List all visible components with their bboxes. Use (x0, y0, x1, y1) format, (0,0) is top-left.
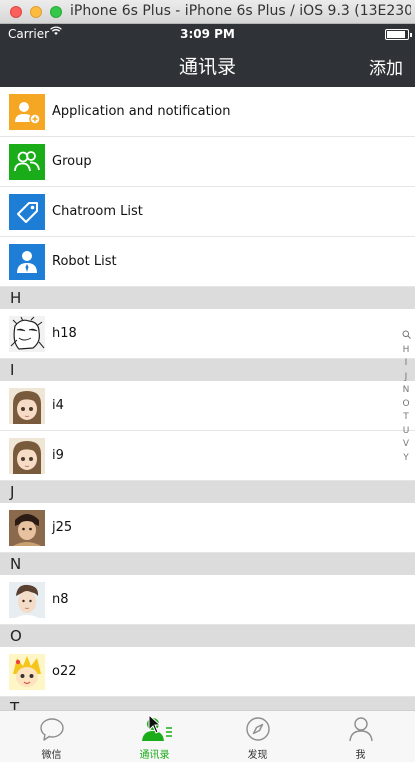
person-icon (349, 717, 373, 742)
page-title: 通讯录 (178, 56, 236, 78)
contact-row-o22[interactable]: o22 (0, 647, 415, 697)
index-letter[interactable]: T (399, 411, 413, 425)
index-letter[interactable]: I (399, 357, 413, 371)
avatar (9, 316, 45, 352)
tab-bar: 微信 通讯录 发现 我 (0, 710, 415, 762)
menu-item-group[interactable]: Group (0, 137, 415, 187)
contact-row-h18[interactable]: h18 (0, 309, 415, 359)
robot-icon (9, 244, 45, 280)
simulator-title-bar: iPhone 6s Plus - iPhone 6s Plus / iOS 9.… (0, 0, 415, 24)
window-title: iPhone 6s Plus - iPhone 6s Plus / iOS 9.… (70, 3, 411, 19)
index-letter[interactable]: J (399, 371, 413, 385)
mouse-cursor-icon (148, 714, 162, 734)
menu-item-robot-list[interactable]: Robot List (0, 237, 415, 287)
section-header-h: H (0, 287, 415, 309)
contact-name: i9 (52, 448, 64, 463)
maximize-window-button[interactable] (50, 6, 62, 18)
contact-row-i4[interactable]: i4 (0, 381, 415, 431)
minimize-window-button[interactable] (30, 6, 42, 18)
section-header-t: T (0, 697, 415, 710)
menu-item-chatroom-list[interactable]: Chatroom List (0, 187, 415, 237)
section-index-bar[interactable]: H I J N O T U V Y (399, 330, 413, 465)
group-icon (9, 144, 45, 180)
chat-bubble-icon (40, 718, 64, 741)
index-letter[interactable]: U (399, 425, 413, 439)
menu-item-label: Application and notification (52, 104, 231, 119)
contacts-list[interactable]: Application and notification Group Chatr… (0, 87, 415, 710)
menu-item-label: Group (52, 154, 92, 169)
add-button[interactable]: 添加 (369, 54, 403, 79)
section-header-j: J (0, 481, 415, 503)
avatar (9, 438, 45, 474)
tab-discover[interactable]: 发现 (206, 711, 309, 762)
tab-chats[interactable]: 微信 (0, 711, 103, 762)
index-letter[interactable]: O (399, 398, 413, 412)
contact-name: n8 (52, 592, 69, 607)
index-letter[interactable]: Y (399, 452, 413, 466)
contact-name: j25 (52, 520, 73, 535)
tab-label: 发现 (247, 750, 268, 761)
compass-icon (246, 717, 270, 741)
menu-item-label: Robot List (52, 254, 117, 269)
avatar (9, 388, 45, 424)
tab-label: 我 (355, 750, 366, 761)
index-letter[interactable]: V (399, 438, 413, 452)
contact-row-j25[interactable]: j25 (0, 503, 415, 553)
avatar (9, 654, 45, 690)
tab-label: 通讯录 (139, 750, 170, 761)
navigation-header: Carrier 3:09 PM 通讯录 添加 (0, 24, 415, 87)
index-letter[interactable]: N (399, 384, 413, 398)
contact-name: h18 (52, 326, 77, 341)
clock: 3:09 PM (180, 27, 235, 41)
close-window-button[interactable] (10, 6, 22, 18)
avatar (9, 582, 45, 618)
tag-icon (9, 194, 45, 230)
tab-label: 微信 (41, 750, 62, 761)
contact-row-i9[interactable]: i9 (0, 431, 415, 481)
add-user-icon (9, 94, 45, 130)
menu-item-application[interactable]: Application and notification (0, 87, 415, 137)
index-search-icon[interactable] (399, 330, 413, 344)
menu-item-label: Chatroom List (52, 204, 143, 219)
battery-icon (385, 29, 412, 40)
avatar (9, 510, 45, 546)
index-letter[interactable]: H (399, 344, 413, 358)
contact-name: i4 (52, 398, 64, 413)
contact-name: o22 (52, 664, 77, 679)
section-header-i: I (0, 359, 415, 381)
section-header-n: N (0, 553, 415, 575)
contact-row-n8[interactable]: n8 (0, 575, 415, 625)
status-bar: Carrier 3:09 PM (0, 24, 415, 44)
tab-me[interactable]: 我 (309, 711, 412, 762)
section-header-o: O (0, 625, 415, 647)
